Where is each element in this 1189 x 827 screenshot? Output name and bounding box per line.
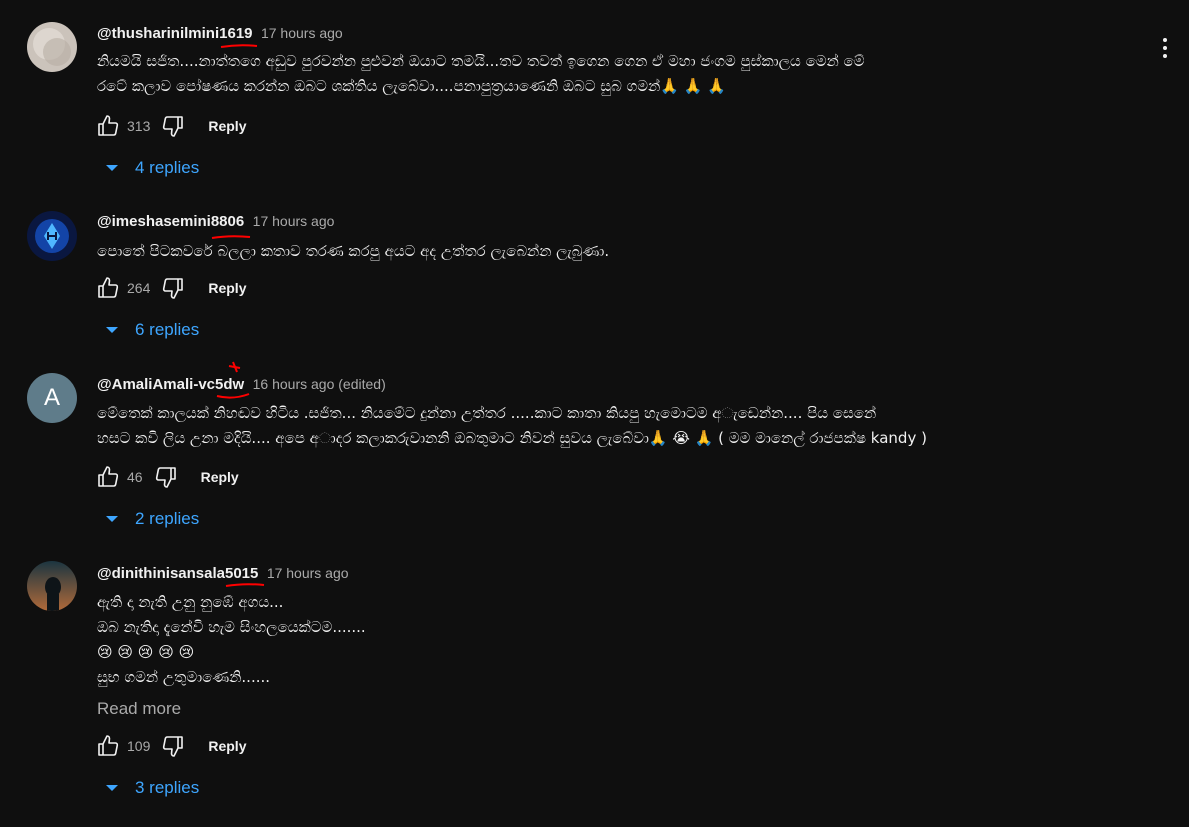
comment-actions: 109 Reply: [95, 732, 246, 760]
chevron-down-icon: [106, 165, 118, 171]
chevron-down-icon: [106, 785, 118, 791]
reply-button[interactable]: Reply: [208, 738, 246, 754]
replies-label: 3 replies: [135, 778, 200, 797]
view-replies-button[interactable]: 3 replies: [104, 778, 199, 798]
comment-text: ඇති දා නැති උනු නුඹේ අගය... ඔබ නැතිදා දැ…: [97, 593, 366, 686]
comment-text: මේතෙක් කාලයක් නිහඬව හිටිය .සජිත... නියමේ…: [97, 404, 927, 447]
replies-label: 2 replies: [135, 509, 200, 528]
comment-text: පොතේ පිටකවරේ බලලා කතාව තරණ කරපු අයට අද උ…: [97, 242, 610, 260]
comment-actions: 313 Reply: [95, 112, 246, 140]
comment-text: නියමයි සජිත....නාත්තගෙ අඩුව පුරවන්න පුළු…: [97, 52, 865, 95]
reply-button[interactable]: Reply: [201, 469, 239, 485]
annotation-underline: [216, 361, 250, 399]
comment-author[interactable]: @dinithinisansala5015: [97, 565, 258, 582]
avatar[interactable]: [27, 561, 77, 611]
comment-actions: 264 Reply: [95, 274, 246, 302]
thumbs-down-icon[interactable]: [160, 113, 186, 139]
like-count: 109: [127, 738, 151, 754]
view-replies-button[interactable]: 6 replies: [104, 320, 199, 340]
comment-actions: 46 Reply: [95, 463, 239, 491]
like-count: 264: [127, 280, 151, 296]
thumbs-up-icon[interactable]: [95, 733, 121, 759]
chevron-down-icon: [106, 516, 118, 522]
like-count: 313: [127, 118, 151, 134]
comment-timestamp[interactable]: 17 hours ago: [261, 25, 343, 41]
thumbs-down-icon[interactable]: [153, 464, 179, 490]
comment-header: @dinithinisansala5015 17 hours ago: [97, 565, 349, 582]
view-replies-button[interactable]: 2 replies: [104, 509, 199, 529]
read-more-button[interactable]: Read more: [97, 699, 181, 719]
comment-timestamp[interactable]: 16 hours ago (edited): [253, 376, 386, 392]
avatar[interactable]: A: [27, 373, 77, 423]
comment-header: @thusharinilmini1619 17 hours ago: [97, 25, 343, 42]
thumbs-up-icon[interactable]: [95, 275, 121, 301]
thumbs-up-icon[interactable]: [95, 464, 121, 490]
comment-timestamp[interactable]: 17 hours ago: [267, 565, 349, 581]
reply-button[interactable]: Reply: [208, 280, 246, 296]
thumbs-down-icon[interactable]: [160, 733, 186, 759]
like-count: 46: [127, 469, 143, 485]
annotation-underline: [225, 583, 265, 587]
replies-label: 6 replies: [135, 320, 200, 339]
thumbs-down-icon[interactable]: [160, 275, 186, 301]
chevron-down-icon: [106, 327, 118, 333]
comment-timestamp[interactable]: 17 hours ago: [253, 213, 335, 229]
comment-header: @imeshasemini8806 17 hours ago: [97, 213, 334, 230]
reply-button[interactable]: Reply: [208, 118, 246, 134]
view-replies-button[interactable]: 4 replies: [104, 158, 199, 178]
comment-author[interactable]: @imeshasemini8806: [97, 213, 244, 230]
more-actions-icon[interactable]: [1158, 37, 1172, 59]
avatar[interactable]: [27, 22, 77, 72]
thumbs-up-icon[interactable]: [95, 113, 121, 139]
comment-author[interactable]: @thusharinilmini1619: [97, 25, 253, 42]
replies-label: 4 replies: [135, 158, 200, 177]
avatar[interactable]: [27, 211, 77, 261]
